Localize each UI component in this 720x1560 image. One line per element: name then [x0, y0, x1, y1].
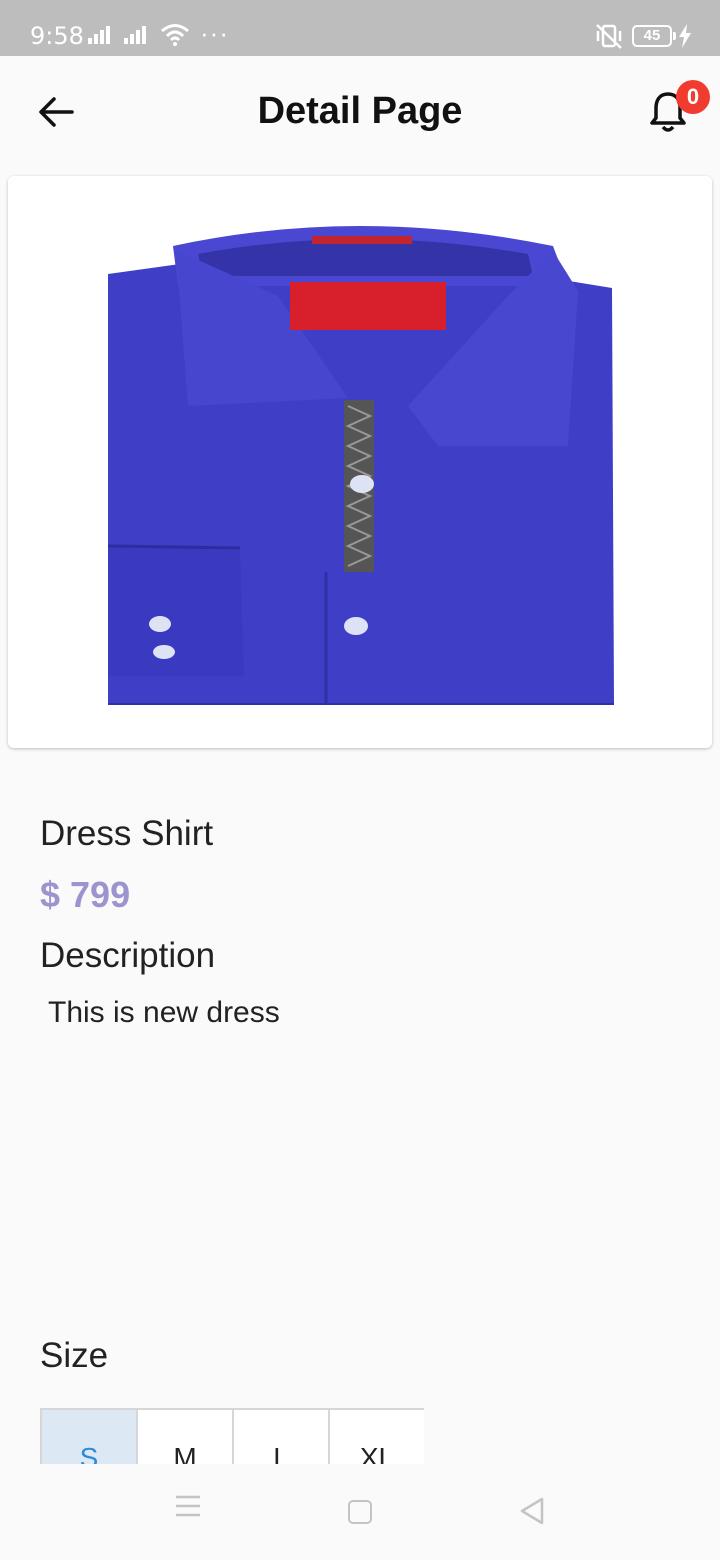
product-name: Dress Shirt — [40, 814, 214, 853]
home-square-icon[interactable] — [348, 1500, 372, 1524]
product-image-card[interactable] — [8, 176, 712, 748]
size-option-xl[interactable]: XL — [328, 1408, 424, 1464]
signal-icon — [124, 26, 148, 44]
more-dots-icon: ··· — [200, 18, 229, 48]
size-option-l[interactable]: L — [232, 1408, 330, 1464]
size-option-m[interactable]: M — [136, 1408, 234, 1464]
description-heading: Description — [40, 936, 216, 975]
system-nav-bar — [0, 1464, 720, 1560]
app-bar: Detail Page — [0, 56, 720, 168]
size-heading: Size — [40, 1336, 109, 1375]
notification-count-badge: 0 — [676, 80, 710, 114]
blue-dress-shirt-image — [8, 176, 712, 748]
product-price: $ 799 — [40, 874, 131, 915]
back-triangle-icon[interactable] — [518, 1496, 546, 1531]
description-text: This is new dress — [48, 996, 280, 1029]
menu-icon[interactable] — [174, 1494, 202, 1523]
signal-icon — [88, 26, 112, 44]
battery-icon: 45 — [632, 25, 676, 47]
page-title: Detail Page — [257, 90, 463, 132]
size-selector: S M L XL — [40, 1408, 424, 1464]
vibrate-mute-icon — [594, 22, 624, 55]
size-option-s[interactable]: S — [40, 1408, 138, 1464]
wifi-icon — [160, 22, 190, 51]
status-time: 9:58 — [30, 22, 84, 50]
charging-bolt-icon — [678, 24, 692, 53]
status-bar: 9:58 ··· 45 — [0, 0, 720, 56]
